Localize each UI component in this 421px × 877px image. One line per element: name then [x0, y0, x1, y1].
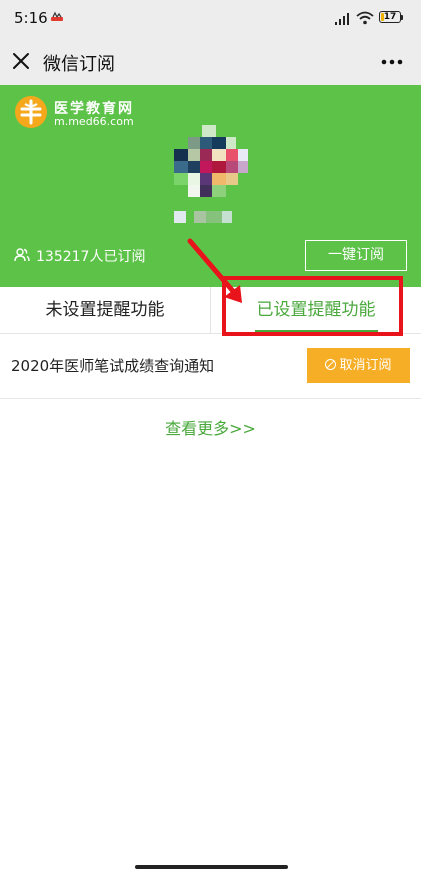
status-time: 5:16 [14, 9, 48, 27]
logo-url: m.med66.com [54, 115, 134, 128]
home-indicator[interactable] [135, 865, 288, 869]
battery-icon: 17 [379, 11, 405, 25]
subscriber-count: 135217人已订阅 [36, 249, 146, 265]
one-key-subscribe-button[interactable]: 一键订阅 [305, 240, 407, 271]
annotation-highlight-box [222, 276, 403, 336]
tab-reminder-unset[interactable]: 未设置提醒功能 [0, 295, 210, 320]
cancel-subscription-button[interactable]: 取消订阅 [307, 348, 410, 383]
cancel-subscription-label: 取消订阅 [339, 358, 392, 373]
view-more-link[interactable]: 查看更多>> [0, 415, 421, 439]
battery-level: 17 [383, 12, 397, 22]
notification-icon [51, 11, 63, 21]
signal-icon [335, 13, 349, 25]
close-icon[interactable] [10, 50, 32, 72]
wifi-icon [356, 11, 374, 25]
avatar [174, 125, 248, 223]
users-icon [14, 248, 30, 262]
ban-icon [325, 359, 337, 370]
more-options-icon[interactable] [380, 58, 404, 66]
page-title: 微信订阅 [43, 54, 115, 75]
list-item-title: 2020年医师笔试成绩查询通知 [11, 357, 215, 375]
logo-icon [15, 96, 47, 128]
